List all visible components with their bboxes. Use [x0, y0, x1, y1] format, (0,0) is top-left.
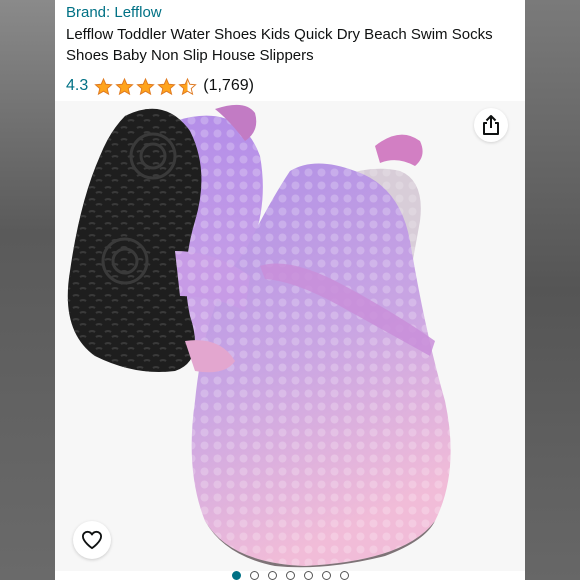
carousel-dot[interactable]	[321, 571, 331, 580]
rating-value: 4.3	[66, 77, 89, 94]
heart-icon	[82, 530, 102, 550]
carousel-dot[interactable]	[267, 571, 277, 580]
product-title: Lefflow Toddler Water Shoes Kids Quick D…	[66, 26, 493, 64]
star-icon	[136, 77, 155, 95]
star-icon	[178, 77, 197, 95]
star-icon	[115, 77, 134, 95]
star-icon	[94, 77, 113, 95]
brand-link[interactable]: Brand: Lefflow	[66, 4, 162, 21]
carousel-indicators	[55, 571, 525, 580]
rating-stars[interactable]	[94, 77, 199, 96]
water-shoes-photo	[67, 104, 451, 568]
favorite-button[interactable]	[73, 521, 111, 559]
share-button[interactable]	[474, 108, 508, 142]
carousel-dot[interactable]	[339, 571, 349, 580]
carousel-dot[interactable]	[303, 571, 313, 580]
rating-count[interactable]: (1,769)	[203, 77, 254, 95]
carousel-dot[interactable]	[231, 571, 241, 580]
background-left	[0, 0, 55, 580]
star-icon	[157, 77, 176, 95]
carousel-dot[interactable]	[285, 571, 295, 580]
background-right	[525, 0, 580, 580]
rating-row[interactable]: 4.3 (1,769)	[66, 75, 254, 97]
share-icon	[483, 115, 499, 135]
product-card: Brand: Lefflow Lefflow Toddler Water Sho…	[55, 0, 525, 580]
product-image[interactable]	[55, 101, 525, 571]
carousel-dot[interactable]	[249, 571, 259, 580]
